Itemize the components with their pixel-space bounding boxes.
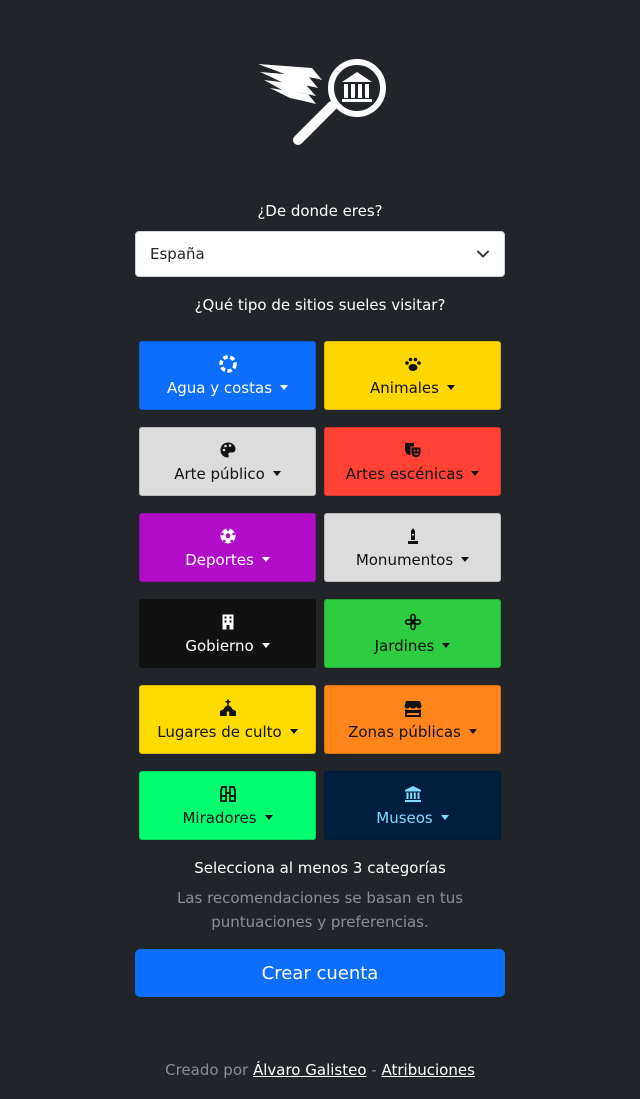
paw-icon <box>404 357 421 371</box>
landmark-icon <box>404 785 421 802</box>
category-label: Agua y costas <box>166 378 273 397</box>
category-artes-escenicas-dropdown[interactable]: Artes escénicas <box>324 427 501 496</box>
theater-masks-icon <box>404 442 421 459</box>
category-jardines-dropdown[interactable]: Jardines <box>324 599 501 668</box>
category-deportes-dropdown[interactable]: Deportes <box>139 513 316 582</box>
category-zonas-publicas-dropdown[interactable]: Zonas públicas <box>324 685 501 754</box>
types-question: ¿Qué tipo de sitios sueles visitar? <box>194 296 446 314</box>
church-icon <box>219 699 236 716</box>
category-agua-y-costas-dropdown[interactable]: Agua y costas <box>139 341 316 410</box>
category-lugares-de-culto-dropdown[interactable]: Lugares de culto <box>139 685 316 754</box>
chevron-down-icon <box>477 250 489 258</box>
life-ring-icon <box>218 354 237 373</box>
caret-down-icon <box>264 815 273 820</box>
country-select-value: España <box>150 245 205 263</box>
palette-icon <box>220 442 235 457</box>
create-account-button[interactable]: Crear cuenta <box>135 949 505 997</box>
category-arte-publico-dropdown[interactable]: Arte público <box>139 427 316 496</box>
caret-down-icon <box>261 643 270 648</box>
caret-down-icon <box>446 385 455 390</box>
category-label: Museos <box>376 808 433 827</box>
category-monumentos-dropdown[interactable]: Monumentos <box>324 513 501 582</box>
footer: Creado por Álvaro Galisteo - Atribucione… <box>0 1061 640 1079</box>
caret-down-icon <box>289 729 298 734</box>
soccer-ball-icon <box>220 527 235 543</box>
monument-icon <box>407 527 418 544</box>
min-categories-note: Selecciona al menos 3 categorías <box>194 859 446 877</box>
category-museos-dropdown[interactable]: Museos <box>324 771 501 840</box>
category-label: Lugares de culto <box>157 722 282 741</box>
category-gobierno-dropdown[interactable]: Gobierno <box>139 599 316 668</box>
category-miradores-dropdown[interactable]: Miradores <box>139 771 316 840</box>
caret-down-icon <box>280 385 289 390</box>
footer-prefix: Creado por <box>165 1061 249 1079</box>
caret-down-icon <box>272 471 281 476</box>
category-label: Jardines <box>374 636 435 655</box>
category-label: Artes escénicas <box>345 464 464 483</box>
recommendations-info: Las recomendaciones se basan en tus punt… <box>176 889 464 931</box>
origin-question: ¿De donde eres? <box>257 202 383 220</box>
winged-magnifier-logo-icon <box>258 59 386 145</box>
category-label: Miradores <box>182 808 257 827</box>
caret-down-icon <box>442 643 451 648</box>
binoculars-icon <box>219 785 236 802</box>
category-label: Deportes <box>185 550 254 569</box>
category-label: Zonas públicas <box>348 722 461 741</box>
footer-separator: - <box>371 1061 377 1079</box>
caret-down-icon <box>261 557 270 562</box>
category-label: Arte público <box>174 464 265 483</box>
category-label: Animales <box>370 378 439 397</box>
attributions-link[interactable]: Atribuciones <box>382 1061 475 1079</box>
author-link[interactable]: Álvaro Galisteo <box>253 1061 367 1079</box>
category-animales-dropdown[interactable]: Animales <box>324 341 501 410</box>
flower-icon <box>404 613 421 630</box>
store-icon <box>404 700 421 717</box>
country-select[interactable]: España <box>135 231 505 277</box>
caret-down-icon <box>471 471 480 476</box>
category-label: Gobierno <box>185 636 254 655</box>
caret-down-icon <box>440 815 449 820</box>
app-logo <box>250 56 390 156</box>
building-icon <box>222 614 233 629</box>
caret-down-icon <box>461 557 470 562</box>
category-label: Monumentos <box>355 550 454 569</box>
caret-down-icon <box>468 729 477 734</box>
